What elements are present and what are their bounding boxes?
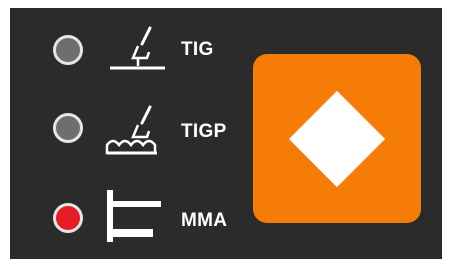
mode-label-tigp: TIGP: [181, 121, 227, 142]
mode-select-button[interactable]: [253, 54, 421, 223]
tigp-indicator-led: [53, 113, 83, 143]
mode-row-mma[interactable]: MMA: [10, 188, 250, 242]
mode-row-tig[interactable]: TIG: [10, 24, 250, 74]
tig-indicator-led: [53, 35, 83, 65]
mode-row-tigp[interactable]: TIGP: [10, 103, 250, 155]
welding-mode-panel: TIG TIGP MMA: [10, 8, 442, 259]
mma-indicator-led: [53, 203, 83, 233]
diamond-icon: [288, 90, 386, 187]
tig-torch-icon: [110, 26, 165, 70]
mma-electrode-icon: [107, 190, 161, 242]
mode-label-tig: TIG: [181, 39, 214, 60]
tig-pulse-torch-icon: [105, 105, 157, 155]
mode-label-mma: MMA: [181, 210, 228, 231]
